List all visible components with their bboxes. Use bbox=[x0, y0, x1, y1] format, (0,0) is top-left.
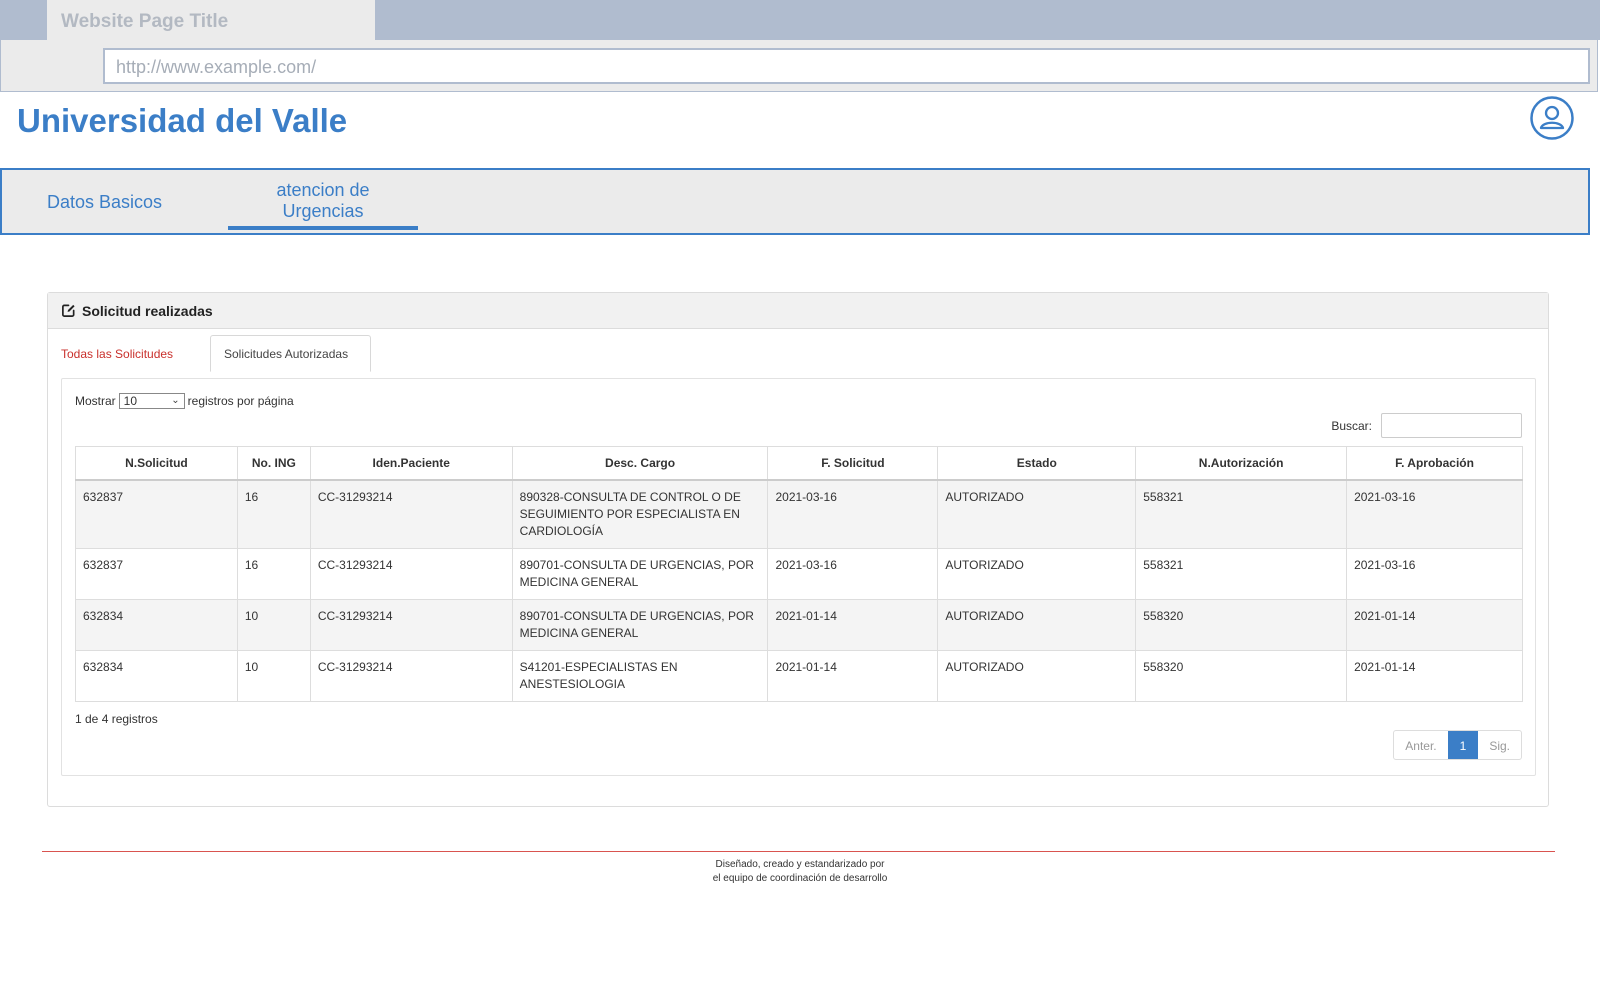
table-cell: 10 bbox=[236, 598, 311, 651]
search-label: Buscar: bbox=[1331, 418, 1372, 433]
table-cell: 558320 bbox=[1135, 598, 1348, 651]
search-input[interactable] bbox=[1381, 413, 1522, 438]
panel-title: Solicitud realizadas bbox=[82, 302, 213, 319]
column-header[interactable]: Iden.Paciente bbox=[309, 446, 513, 481]
column-header[interactable]: Desc. Cargo bbox=[511, 446, 769, 481]
site-title: Universidad del Valle bbox=[17, 102, 348, 139]
table-row[interactable]: 632834 10 CC-31293214 S41201-ESPECIALIST… bbox=[75, 649, 1523, 702]
footer-divider bbox=[42, 851, 1555, 852]
table-info: 1 de 4 registros bbox=[75, 712, 158, 726]
table-cell: 890328-CONSULTA DE CONTROL O DE SEGUIMIE… bbox=[511, 479, 769, 549]
table-row[interactable]: 632837 16 CC-31293214 890328-CONSULTA DE… bbox=[75, 479, 1523, 549]
table-cell: 890701-CONSULTA DE URGENCIAS, POR MEDICI… bbox=[511, 547, 769, 600]
footer-line-2: el equipo de coordinación de desarrollo bbox=[712, 873, 888, 884]
browser-tab[interactable]: Website Page Title bbox=[47, 0, 375, 40]
footer-text: Diseñado, creado y estandarizado por el … bbox=[0, 858, 1600, 886]
table-cell: 558320 bbox=[1135, 649, 1348, 702]
user-icon[interactable] bbox=[1530, 96, 1574, 140]
search-control: Buscar: bbox=[1331, 413, 1522, 438]
table-cell: AUTORIZADO bbox=[937, 479, 1137, 549]
column-header[interactable]: Estado bbox=[937, 446, 1137, 481]
edit-icon bbox=[62, 304, 75, 317]
table-cell: 558321 bbox=[1135, 479, 1348, 549]
column-header[interactable]: F. Solicitud bbox=[767, 446, 939, 481]
table-cell: CC-31293214 bbox=[309, 649, 513, 702]
show-suffix-label: registros por página bbox=[187, 394, 294, 408]
table-cell: 16 bbox=[236, 479, 311, 549]
nav-active-indicator bbox=[228, 226, 418, 230]
table-cell: 632837 bbox=[75, 479, 238, 549]
pagination-next-button[interactable]: Sig. bbox=[1478, 731, 1521, 759]
table-cell: 558321 bbox=[1135, 547, 1348, 600]
table-cell: 632834 bbox=[75, 649, 238, 702]
page-length-select[interactable]: 10 ⌄ bbox=[118, 393, 185, 409]
column-header[interactable]: N.Autorización bbox=[1135, 446, 1348, 481]
table-header-row: N.Solicitud No. ING Iden.Paciente Desc. … bbox=[75, 446, 1523, 481]
tab-todas-solicitudes[interactable]: Todas las Solicitudes bbox=[61, 347, 173, 361]
page-length-value: 10 bbox=[123, 394, 138, 408]
pagination: Anter. 1 Sig. bbox=[1393, 730, 1522, 760]
table-cell: 632834 bbox=[75, 598, 238, 651]
table-row[interactable]: 632837 16 CC-31293214 890701-CONSULTA DE… bbox=[75, 547, 1523, 600]
nav-item-label-line2: Urgencias bbox=[282, 201, 364, 221]
tab-solicitudes-autorizadas[interactable]: Solicitudes Autorizadas bbox=[210, 335, 371, 372]
table-container: Mostrar 10 ⌄ registros por página Buscar… bbox=[61, 378, 1536, 776]
page-length-control: Mostrar 10 ⌄ registros por página bbox=[75, 393, 294, 409]
table-cell: 16 bbox=[236, 547, 311, 600]
table-cell: 632837 bbox=[75, 547, 238, 600]
nav-item-atencion-urgencias[interactable]: atencion de Urgencias bbox=[228, 180, 418, 222]
table-cell: 2021-01-14 bbox=[1346, 598, 1523, 651]
table-cell: 890701-CONSULTA DE URGENCIAS, POR MEDICI… bbox=[511, 598, 769, 651]
requests-panel: Solicitud realizadas Todas las Solicitud… bbox=[47, 292, 1549, 807]
table-cell: CC-31293214 bbox=[309, 547, 513, 600]
table-cell: 10 bbox=[236, 649, 311, 702]
column-header[interactable]: F. Aprobación bbox=[1346, 446, 1523, 481]
url-input[interactable]: http://www.example.com/ bbox=[103, 48, 1590, 84]
show-prefix-label: Mostrar bbox=[75, 394, 116, 408]
table-cell: 2021-03-16 bbox=[1346, 547, 1523, 600]
panel-header: Solicitud realizadas bbox=[48, 293, 1548, 329]
table-cell: CC-31293214 bbox=[309, 598, 513, 651]
nav-item-datos-basicos[interactable]: Datos Basicos bbox=[47, 192, 162, 213]
table-cell: 2021-03-16 bbox=[1346, 479, 1523, 549]
table-cell: AUTORIZADO bbox=[937, 598, 1137, 651]
pagination-prev-button[interactable]: Anter. bbox=[1394, 731, 1447, 759]
chevron-down-icon: ⌄ bbox=[171, 395, 180, 406]
table-cell: AUTORIZADO bbox=[937, 547, 1137, 600]
nav-item-label-line1: atencion de bbox=[276, 180, 370, 200]
column-header[interactable]: N.Solicitud bbox=[75, 446, 238, 481]
column-header[interactable]: No. ING bbox=[236, 446, 311, 481]
table-cell: CC-31293214 bbox=[309, 479, 513, 549]
main-nav: Datos Basicos atencion de Urgencias bbox=[0, 168, 1590, 235]
table-row[interactable]: 632834 10 CC-31293214 890701-CONSULTA DE… bbox=[75, 598, 1523, 651]
footer-line-1: Diseñado, creado y estandarizado por bbox=[715, 859, 885, 870]
table-cell: 2021-03-16 bbox=[767, 547, 939, 600]
table-cell: AUTORIZADO bbox=[937, 649, 1137, 702]
table-cell: 2021-01-14 bbox=[767, 598, 939, 651]
requests-table: N.Solicitud No. ING Iden.Paciente Desc. … bbox=[75, 446, 1523, 702]
table-cell: 2021-03-16 bbox=[767, 479, 939, 549]
table-cell: 2021-01-14 bbox=[767, 649, 939, 702]
pagination-page-button[interactable]: 1 bbox=[1447, 731, 1479, 759]
table-cell: S41201-ESPECIALISTAS EN ANESTESIOLOGIA bbox=[511, 649, 769, 702]
table-cell: 2021-01-14 bbox=[1346, 649, 1523, 702]
